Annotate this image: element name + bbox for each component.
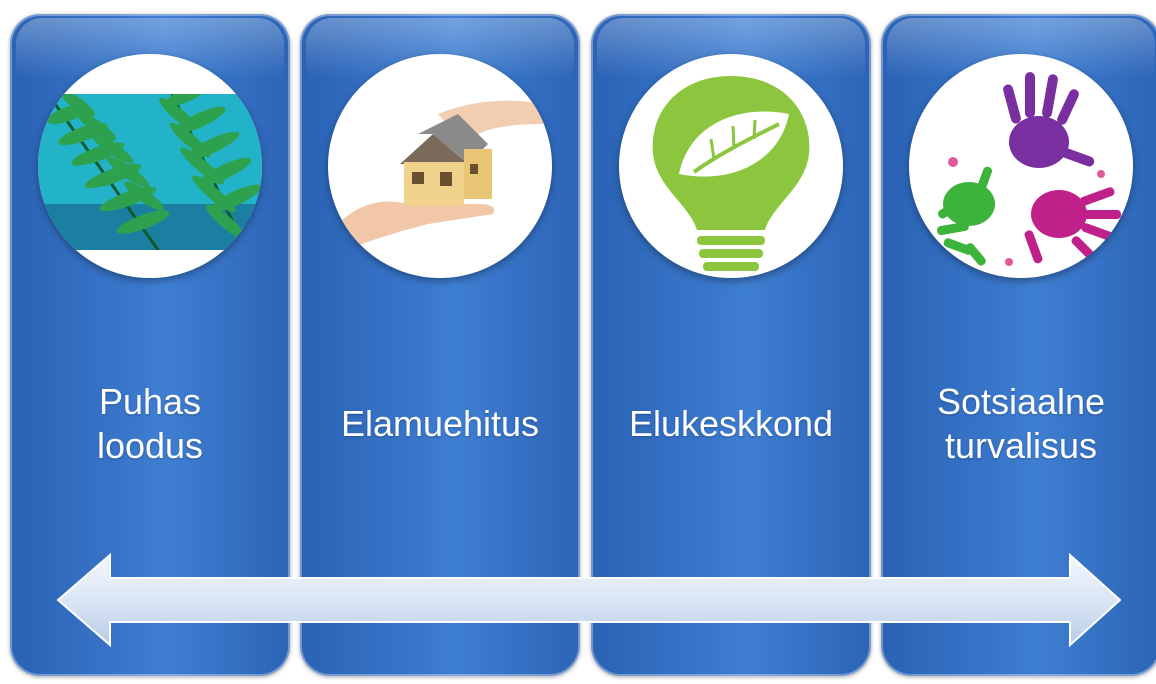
panel-label: Elukeskkond xyxy=(591,354,871,494)
colorful-handprints-icon xyxy=(909,54,1133,278)
label-line-1: Puhas xyxy=(98,381,202,422)
label-line-2: turvalisus xyxy=(944,425,1098,466)
fern-icon xyxy=(38,54,262,278)
panel-label: Puhas loodus xyxy=(10,354,290,494)
label-line-2: loodus xyxy=(96,425,204,466)
panel-label: Elamuehitus xyxy=(300,354,580,494)
label-line-1: Elukeskkond xyxy=(628,403,834,444)
label-line-1: Sotsiaalne xyxy=(936,381,1106,422)
panel-label: Sotsiaalne turvalisus xyxy=(881,354,1156,494)
double-arrow-icon xyxy=(56,552,1122,648)
house-in-hand-icon xyxy=(328,54,552,278)
green-lightbulb-leaf-icon xyxy=(619,54,843,278)
label-line-1: Elamuehitus xyxy=(340,403,540,444)
